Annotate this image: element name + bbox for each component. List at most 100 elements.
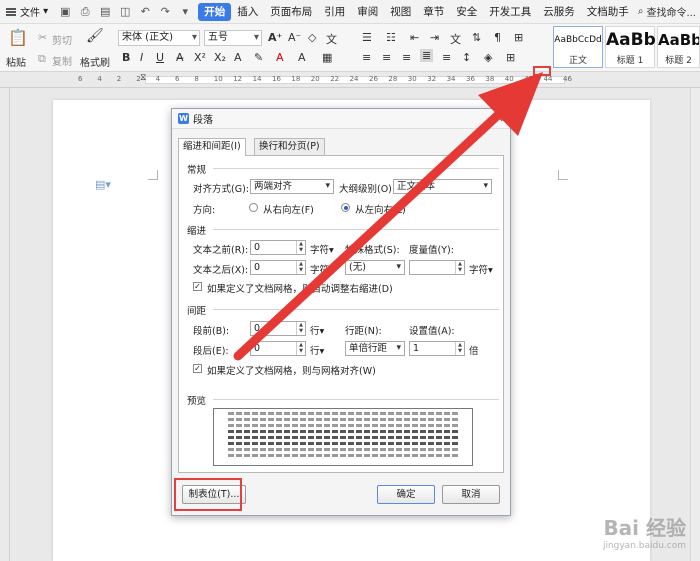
char-shading-icon[interactable]: A bbox=[298, 51, 306, 64]
superscript-icon[interactable]: X² bbox=[194, 51, 206, 64]
chinese-layout-icon[interactable]: 文 bbox=[450, 31, 461, 47]
pinyin-icon[interactable]: 文 bbox=[326, 31, 337, 47]
tab-chapter[interactable]: 章节 bbox=[417, 3, 450, 21]
distribute-icon[interactable]: ≡ bbox=[442, 51, 451, 64]
line-spacing-select[interactable]: 单倍行距 bbox=[345, 341, 405, 356]
indent-before-unit[interactable]: 字符▾ bbox=[310, 242, 334, 256]
measure-input[interactable]: ▲ ▼ bbox=[409, 260, 465, 275]
spinner-arrows-icon[interactable]: ▲ ▼ bbox=[455, 342, 464, 355]
align-justify-icon[interactable]: ≣ bbox=[420, 49, 434, 62]
increase-indent-icon[interactable]: ⇥ bbox=[430, 31, 439, 44]
paragraph-handle-icon[interactable]: ▤▾ bbox=[95, 178, 111, 191]
decrease-indent-icon[interactable]: ⇤ bbox=[410, 31, 419, 44]
vertical-ruler[interactable] bbox=[0, 88, 10, 561]
outline-level-select[interactable]: 正文文本 bbox=[393, 179, 492, 194]
border-icon[interactable]: ⊞ bbox=[506, 51, 515, 64]
spinner-arrows-icon[interactable]: ▲ ▼ bbox=[296, 342, 305, 355]
tab-line-page-breaks[interactable]: 换行和分页(P) bbox=[254, 138, 325, 155]
font-size-select[interactable]: 五号 bbox=[204, 30, 262, 46]
spacing-after-input[interactable]: 0 ▲ ▼ bbox=[250, 341, 306, 356]
tab-home[interactable]: 开始 bbox=[198, 2, 232, 21]
print-preview-icon[interactable]: ◫ bbox=[118, 5, 132, 18]
setting-value-input[interactable]: 1 ▲ ▼ bbox=[409, 341, 465, 356]
spacing-before-unit[interactable]: 行▾ bbox=[310, 323, 324, 337]
open-folder-icon[interactable]: ▣ bbox=[58, 5, 72, 18]
auto-right-indent-checkbox[interactable]: ✓ bbox=[193, 282, 202, 291]
font-name-select[interactable]: 宋体 (正文) bbox=[118, 30, 200, 46]
shading-icon[interactable]: ◈ bbox=[484, 51, 492, 64]
tab-view[interactable]: 视图 bbox=[384, 3, 417, 21]
sort-icon[interactable]: ⇅ bbox=[472, 31, 481, 44]
bullets-icon[interactable]: ☰ bbox=[362, 31, 372, 44]
indent-before-input[interactable]: 0 ▲ ▼ bbox=[250, 240, 306, 255]
align-center-icon[interactable]: ≡ bbox=[382, 51, 391, 64]
file-menu[interactable]: 文件 ▾ bbox=[0, 2, 52, 22]
tab-review[interactable]: 审阅 bbox=[351, 3, 384, 21]
tab-page-layout[interactable]: 页面布局 bbox=[264, 3, 318, 21]
spinner-arrows-icon[interactable]: ▲ ▼ bbox=[455, 261, 464, 274]
undo-icon[interactable]: ↶ bbox=[138, 5, 152, 18]
redo-icon[interactable]: ↷ bbox=[158, 5, 172, 18]
font-color-icon[interactable]: A bbox=[276, 51, 284, 64]
scissors-icon[interactable]: ✂ bbox=[38, 31, 47, 44]
measure-unit[interactable]: 字符▾ bbox=[469, 262, 493, 276]
chevron-down-icon[interactable]: ▾ bbox=[178, 5, 192, 18]
cancel-button[interactable]: 取消 bbox=[442, 485, 500, 504]
copy-icon[interactable]: ⧉ bbox=[38, 52, 46, 66]
ok-button[interactable]: 确定 bbox=[377, 485, 435, 504]
spacing-after-unit[interactable]: 行▾ bbox=[310, 343, 324, 357]
style-normal[interactable]: AaBbCcDd 正文 bbox=[553, 26, 603, 68]
table-icon[interactable]: ⊞ bbox=[514, 31, 523, 44]
clear-format-icon[interactable]: ◇ bbox=[308, 31, 316, 44]
tab-indent-spacing[interactable]: 缩进和间距(I) bbox=[178, 138, 246, 156]
tab-developer[interactable]: 开发工具 bbox=[483, 3, 537, 21]
highlight-icon[interactable]: ✎ bbox=[254, 51, 263, 64]
spinner-arrows-icon[interactable]: ▲ ▼ bbox=[296, 322, 305, 335]
tab-doc-assistant[interactable]: 文档助手 bbox=[581, 3, 635, 21]
alignment-select[interactable]: 两端对齐 bbox=[250, 179, 334, 194]
spinner-arrows-icon[interactable]: ▲ ▼ bbox=[296, 261, 305, 274]
indent-after-unit[interactable]: 字符▾ bbox=[310, 262, 334, 276]
indent-marker-icon[interactable]: ⧖ bbox=[140, 73, 146, 83]
format-painter-icon[interactable]: 🖌 bbox=[86, 28, 104, 44]
paste-button[interactable]: 粘贴 bbox=[6, 54, 26, 69]
align-left-icon[interactable]: ≡ bbox=[362, 51, 371, 64]
grow-font-icon[interactable]: A⁺ bbox=[268, 31, 282, 44]
paste-icon[interactable]: 📋 bbox=[8, 28, 28, 47]
special-format-select[interactable]: (无) bbox=[345, 260, 405, 275]
char-border-icon[interactable]: ▦ bbox=[322, 51, 332, 64]
close-icon[interactable]: ✕ bbox=[495, 112, 504, 125]
print-icon[interactable]: ⎙ bbox=[78, 5, 92, 19]
rtl-radio[interactable] bbox=[249, 203, 258, 212]
indent-after-input[interactable]: 0 ▲ ▼ bbox=[250, 260, 306, 275]
command-search[interactable]: ⌕ 查找命令... bbox=[638, 4, 696, 19]
cut-button[interactable]: 剪切 bbox=[52, 32, 72, 47]
show-marks-icon[interactable]: ¶ bbox=[494, 31, 501, 44]
vertical-scrollbar[interactable] bbox=[690, 88, 700, 561]
snap-to-grid-checkbox[interactable]: ✓ bbox=[193, 364, 202, 373]
tab-cloud-service[interactable]: 云服务 bbox=[537, 3, 581, 21]
tab-references[interactable]: 引用 bbox=[318, 3, 351, 21]
ltr-radio[interactable] bbox=[341, 203, 350, 212]
tab-insert[interactable]: 插入 bbox=[231, 3, 264, 21]
text-effect-icon[interactable]: A bbox=[234, 51, 242, 64]
style-heading-1[interactable]: AaBb 标题 1 bbox=[605, 26, 656, 68]
underline-icon[interactable]: U bbox=[156, 51, 164, 64]
shrink-font-icon[interactable]: A⁻ bbox=[288, 31, 301, 44]
italic-icon[interactable]: I bbox=[140, 51, 143, 64]
copy-button[interactable]: 复制 bbox=[52, 53, 72, 68]
spacing-before-input[interactable]: 0 ▲ ▼ bbox=[250, 321, 306, 336]
bold-icon[interactable]: B bbox=[122, 51, 130, 64]
tab-security[interactable]: 安全 bbox=[450, 3, 483, 21]
subscript-icon[interactable]: X₂ bbox=[214, 51, 226, 64]
spinner-arrows-icon[interactable]: ▲ ▼ bbox=[296, 241, 305, 254]
horizontal-ruler[interactable]: ⧖ 6 4 2 2 4 6 8 10 12 14 16 18 20 22 24 26 28 30 32 34 36 38 4… bbox=[0, 72, 700, 88]
line-spacing-icon[interactable]: ↕ bbox=[462, 51, 471, 64]
dialog-titlebar[interactable]: W 段落 ✕ bbox=[172, 109, 510, 129]
save-icon[interactable]: ▤ bbox=[98, 5, 112, 18]
format-painter-button[interactable]: 格式刷 bbox=[80, 54, 110, 69]
numbering-icon[interactable]: ☷ bbox=[386, 31, 396, 44]
style-heading-2[interactable]: AaBb 标题 2 bbox=[657, 26, 700, 68]
align-right-icon[interactable]: ≡ bbox=[402, 51, 411, 64]
strikethrough-icon[interactable]: A̶ bbox=[176, 51, 184, 64]
